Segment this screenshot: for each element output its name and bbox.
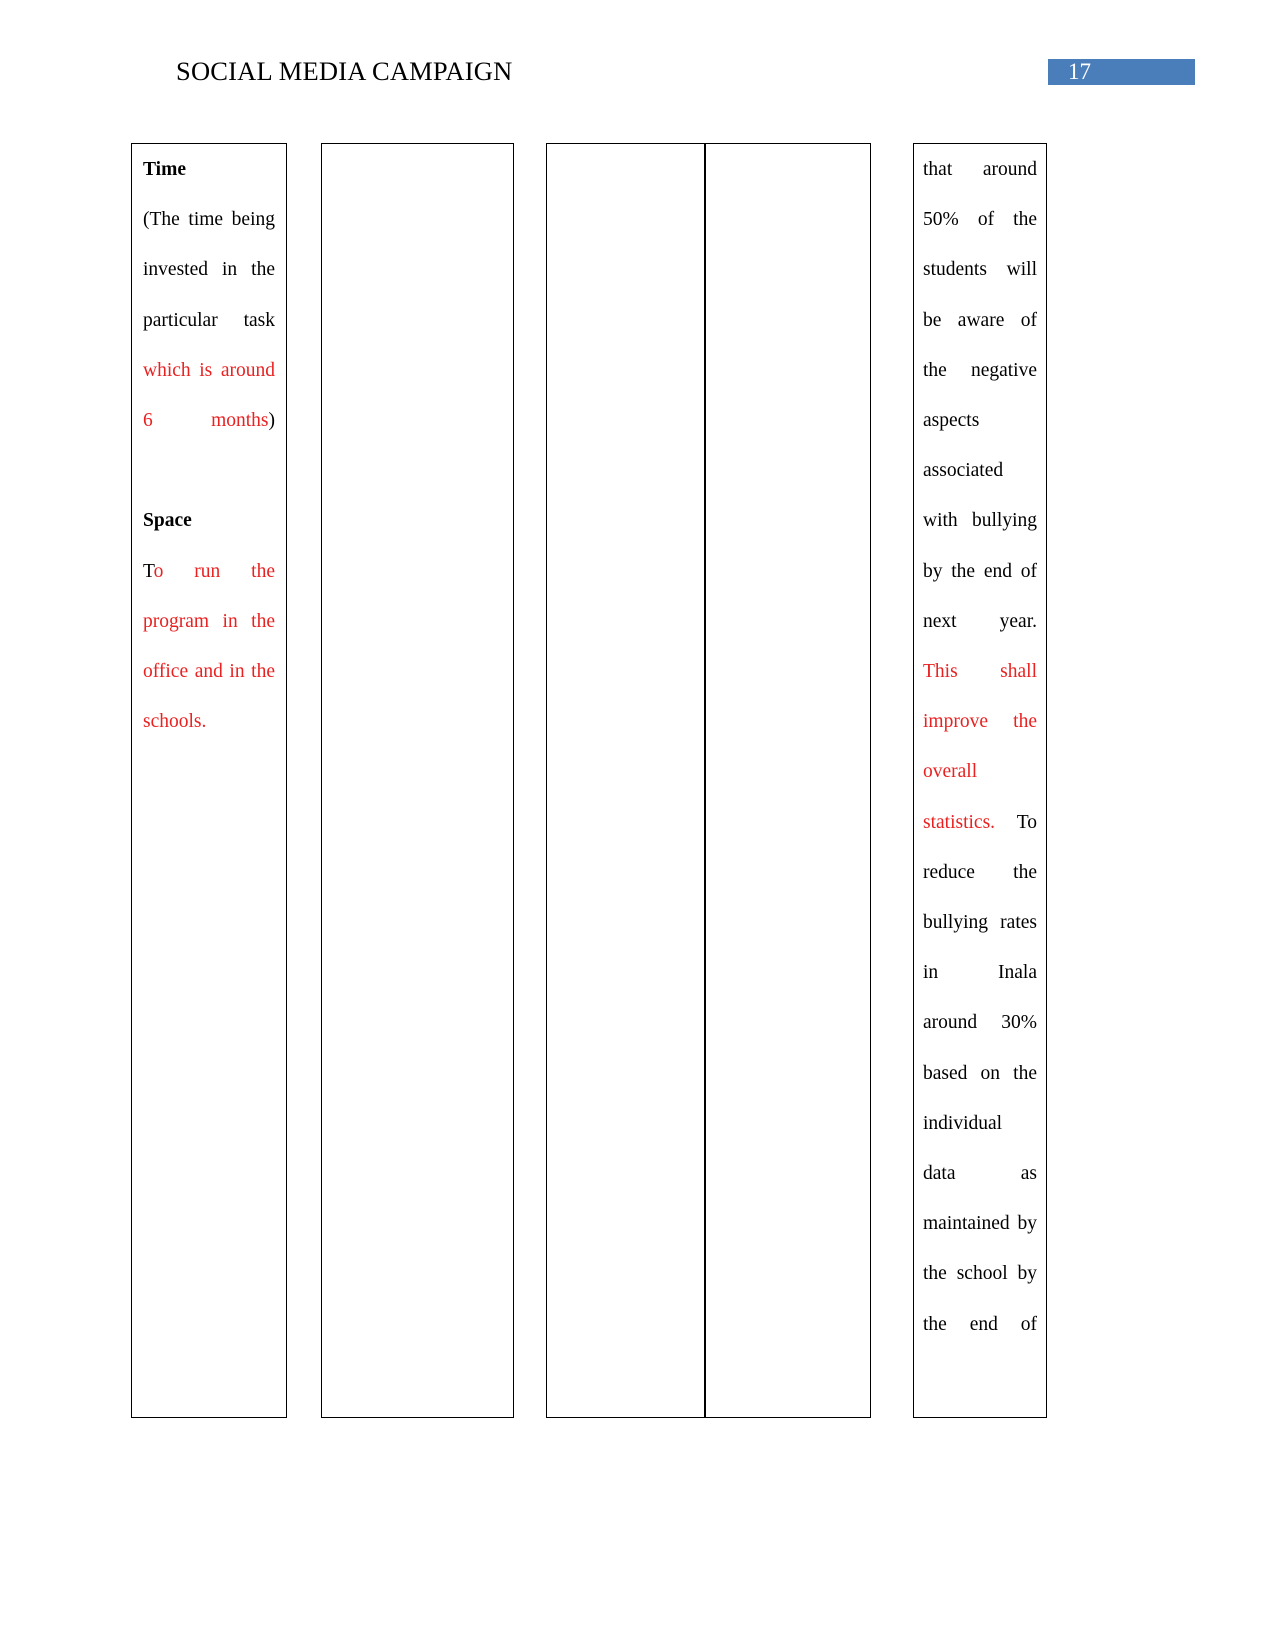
resources-cell-content: Time (The time being invested in the par… — [143, 145, 275, 747]
table-cell-outcomes: that around 50% of the students will be … — [913, 143, 1047, 1418]
page-number: 17 — [1068, 59, 1091, 84]
time-text-part-1: (The time being invested in the particul… — [143, 209, 275, 331]
outcomes-text-part-2-revision: This shall improve the overall statistic… — [923, 661, 1037, 833]
outcomes-text-part-1: that around 50% of the students will be … — [923, 159, 1037, 632]
heading-time: Time — [143, 159, 186, 180]
table-cell-resources: Time (The time being invested in the par… — [131, 143, 287, 1418]
table-cell-blank-b — [546, 143, 705, 1418]
page-header: SOCIAL MEDIA CAMPAIGN 17 — [0, 0, 1275, 110]
table-cell-blank-c — [705, 143, 871, 1418]
table: Time (The time being invested in the par… — [0, 143, 1275, 1423]
time-text-part-3: ) — [268, 410, 276, 432]
outcomes-text-part-3: To reduce the bullying rates in Inala ar… — [923, 811, 1037, 1335]
space-text-part-2-revision: o run the program in the office and in t… — [143, 560, 275, 733]
paragraph-time: (The time being invested in the particul… — [143, 195, 275, 446]
paragraph-space: To run the program in the office and in … — [143, 547, 275, 748]
document-page: SOCIAL MEDIA CAMPAIGN 17 Time (The time … — [0, 0, 1275, 1650]
space-text-part-1: T — [143, 560, 154, 582]
table-cell-blank-a — [321, 143, 514, 1418]
page-title: SOCIAL MEDIA CAMPAIGN — [176, 56, 513, 86]
outcomes-cell-content: that around 50% of the students will be … — [923, 145, 1037, 1350]
paragraph-outcomes: that around 50% of the students will be … — [923, 145, 1037, 1350]
heading-space: Space — [143, 510, 192, 532]
time-text-part-2-revision: which is around 6 months — [143, 359, 275, 432]
